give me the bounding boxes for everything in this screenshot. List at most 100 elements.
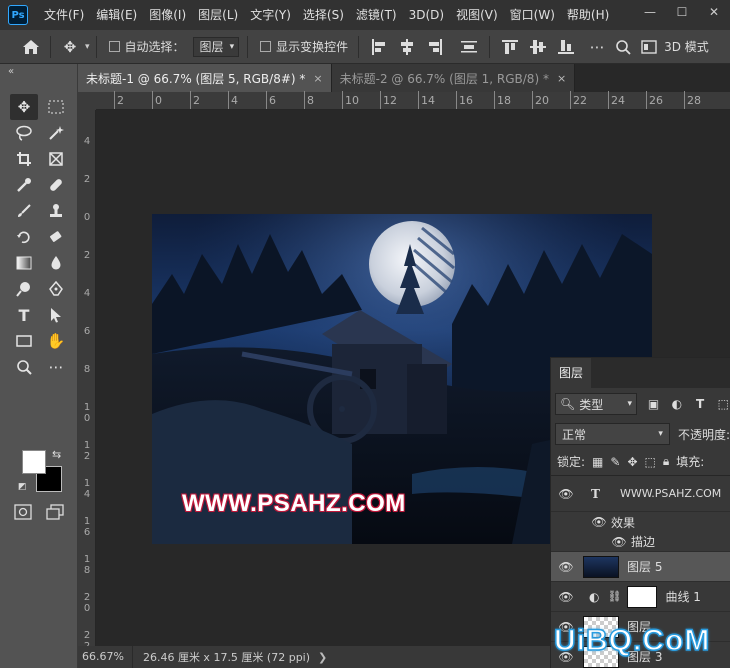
lock-artboard-icon[interactable]: ⬚ xyxy=(645,455,656,469)
hand-tool-icon[interactable]: ✋ xyxy=(42,328,70,354)
auto-select-checkbox[interactable] xyxy=(108,41,120,52)
mode-3d-label[interactable]: 3D 模式 xyxy=(664,38,709,55)
menu-view[interactable]: 视图(V) xyxy=(450,0,504,30)
shape-filter-icon[interactable]: ⬚ xyxy=(717,397,730,411)
image-filter-icon[interactable]: ▣ xyxy=(647,397,660,411)
psahz-watermark-text: WWW.PSAHZ.COM xyxy=(182,490,406,517)
move-tool-icon[interactable]: ✥ xyxy=(10,94,38,120)
eraser-tool-icon[interactable] xyxy=(42,224,70,250)
move-tool-icon[interactable]: ✥ xyxy=(57,34,83,60)
history-brush-icon[interactable] xyxy=(10,224,38,250)
menu-image[interactable]: 图像(I) xyxy=(143,0,192,30)
more-options-icon[interactable]: ⋯ xyxy=(584,34,610,60)
ruler-tick xyxy=(304,91,305,109)
tab-document-2[interactable]: 未标题-2 @ 66.7% (图层 1, RGB/8) * × xyxy=(331,64,576,92)
chevron-right-icon[interactable]: ❯ xyxy=(318,651,327,664)
menu-3d[interactable]: 3D(D) xyxy=(403,0,450,30)
visibility-eye-icon[interactable]: 👁︎ xyxy=(555,487,577,501)
menu-type[interactable]: 文字(Y) xyxy=(244,0,297,30)
layer-effect-stroke-row[interactable]: 👁︎ 描边 xyxy=(551,532,730,552)
more-tools-icon[interactable]: ⋯ xyxy=(42,354,70,380)
distribute-icon[interactable] xyxy=(459,37,479,57)
menu-window[interactable]: 窗口(W) xyxy=(504,0,561,30)
eyedropper-icon[interactable] xyxy=(10,172,38,198)
marquee-tool-icon[interactable] xyxy=(42,94,70,120)
foreground-color-swatch[interactable] xyxy=(22,450,46,474)
tab-layers[interactable]: 图层 xyxy=(551,358,592,388)
align-left-icon[interactable] xyxy=(369,37,389,57)
zoom-tool-icon[interactable] xyxy=(10,354,38,380)
magic-wand-icon[interactable] xyxy=(42,120,70,146)
close-icon[interactable]: × xyxy=(557,72,566,85)
ruler-corner[interactable] xyxy=(78,92,96,110)
align-middle-icon[interactable] xyxy=(528,37,548,57)
show-transform-checkbox[interactable] xyxy=(260,41,272,52)
home-icon[interactable] xyxy=(18,34,44,60)
ruler-label: 2 xyxy=(117,94,124,107)
swap-colors-icon[interactable]: ⇆ xyxy=(52,448,61,461)
zoom-level[interactable]: 66.67% xyxy=(78,646,133,668)
collapse-icon[interactable]: « xyxy=(8,66,14,77)
type-tool-icon[interactable]: T xyxy=(10,302,38,328)
layer-row-selected[interactable]: 👁︎ 图层 5 xyxy=(551,552,730,582)
ruler-tick xyxy=(152,91,153,109)
close-button[interactable]: ✕ xyxy=(698,0,730,24)
type-filter-icon[interactable]: T xyxy=(693,397,706,411)
lock-position-icon[interactable]: ✥ xyxy=(627,455,637,469)
align-bottom-icon[interactable] xyxy=(556,37,576,57)
ruler-label: 1 0 xyxy=(83,402,91,424)
close-icon[interactable]: × xyxy=(313,72,322,85)
lock-label: 锁定: xyxy=(557,455,586,469)
tab-document-1[interactable]: 未标题-1 @ 66.7% (图层 5, RGB/8#) * × xyxy=(78,64,332,92)
brush-tool-icon[interactable] xyxy=(10,198,38,224)
menu-layer[interactable]: 图层(L) xyxy=(192,0,244,30)
document-tabs: 未标题-1 @ 66.7% (图层 5, RGB/8#) * × 未标题-2 @… xyxy=(78,64,730,92)
adjustment-filter-icon[interactable]: ◐ xyxy=(670,397,683,411)
ruler-label: 18 xyxy=(497,94,511,107)
blur-tool-icon[interactable] xyxy=(42,250,70,276)
crop-tool-icon[interactable] xyxy=(10,146,38,172)
layer-effects-row[interactable]: 👁︎ 效果 xyxy=(551,512,730,532)
visibility-eye-icon[interactable]: 👁︎ xyxy=(591,515,607,529)
lock-all-icon[interactable]: 🔒︎ xyxy=(663,454,669,469)
path-selection-icon[interactable] xyxy=(42,302,70,328)
lasso-tool-icon[interactable] xyxy=(10,120,38,146)
rectangle-tool-icon[interactable] xyxy=(10,328,38,354)
layer-name: 曲线 1 xyxy=(665,590,701,604)
lock-paint-icon[interactable]: ✎ xyxy=(610,455,620,469)
menu-file[interactable]: 文件(F) xyxy=(38,0,90,30)
tools-panel: « ✥ T ✋ ⋯ ⇆ ◩ xyxy=(0,64,78,668)
minimize-button[interactable]: — xyxy=(634,0,666,24)
menu-select[interactable]: 选择(S) xyxy=(297,0,350,30)
search-icon[interactable] xyxy=(610,34,636,60)
horizontal-ruler[interactable]: 2 0 2 4 6 8 10 12 14 16 18 20 22 24 26 28 xyxy=(96,91,730,110)
menu-edit[interactable]: 编辑(E) xyxy=(90,0,143,30)
lock-transparent-icon[interactable]: ▦ xyxy=(592,455,603,469)
screen-mode-icon[interactable] xyxy=(46,504,64,523)
visibility-eye-icon[interactable]: 👁︎ xyxy=(555,590,577,604)
quick-mask-icon[interactable] xyxy=(14,504,32,523)
dodge-tool-icon[interactable] xyxy=(10,276,38,302)
align-top-icon[interactable] xyxy=(500,37,520,57)
workspace-icon[interactable] xyxy=(636,34,662,60)
healing-brush-icon[interactable] xyxy=(42,172,70,198)
layer-row-adjustment[interactable]: 👁︎ ◐ ⛓︎ 曲线 1 xyxy=(551,582,730,612)
default-colors-icon[interactable]: ◩ xyxy=(18,482,27,492)
frame-tool-icon[interactable] xyxy=(42,146,70,172)
visibility-eye-icon[interactable]: 👁︎ xyxy=(555,560,577,574)
chevron-down-icon[interactable]: ▾ xyxy=(85,42,90,52)
align-right-icon[interactable] xyxy=(425,37,445,57)
stamp-tool-icon[interactable] xyxy=(42,198,70,224)
layer-filter-dropdown[interactable]: 🔍︎ 类型 ▾ xyxy=(555,393,637,415)
menu-help[interactable]: 帮助(H) xyxy=(561,0,615,30)
menu-filter[interactable]: 滤镜(T) xyxy=(350,0,403,30)
blend-mode-dropdown[interactable]: 正常 ▾ xyxy=(555,423,670,445)
gradient-tool-icon[interactable] xyxy=(10,250,38,276)
layer-row-text[interactable]: 👁︎ T WWW.PSAHZ.COM xyxy=(551,476,730,512)
auto-select-target-dropdown[interactable]: 图层 ▾ xyxy=(192,36,240,57)
restore-button[interactable]: ☐ xyxy=(666,0,698,24)
align-center-icon[interactable] xyxy=(397,37,417,57)
vertical-ruler[interactable]: 42024681 01 21 41 61 82 02 2 xyxy=(78,110,96,652)
visibility-eye-icon[interactable]: 👁︎ xyxy=(611,535,627,549)
pen-tool-icon[interactable] xyxy=(42,276,70,302)
